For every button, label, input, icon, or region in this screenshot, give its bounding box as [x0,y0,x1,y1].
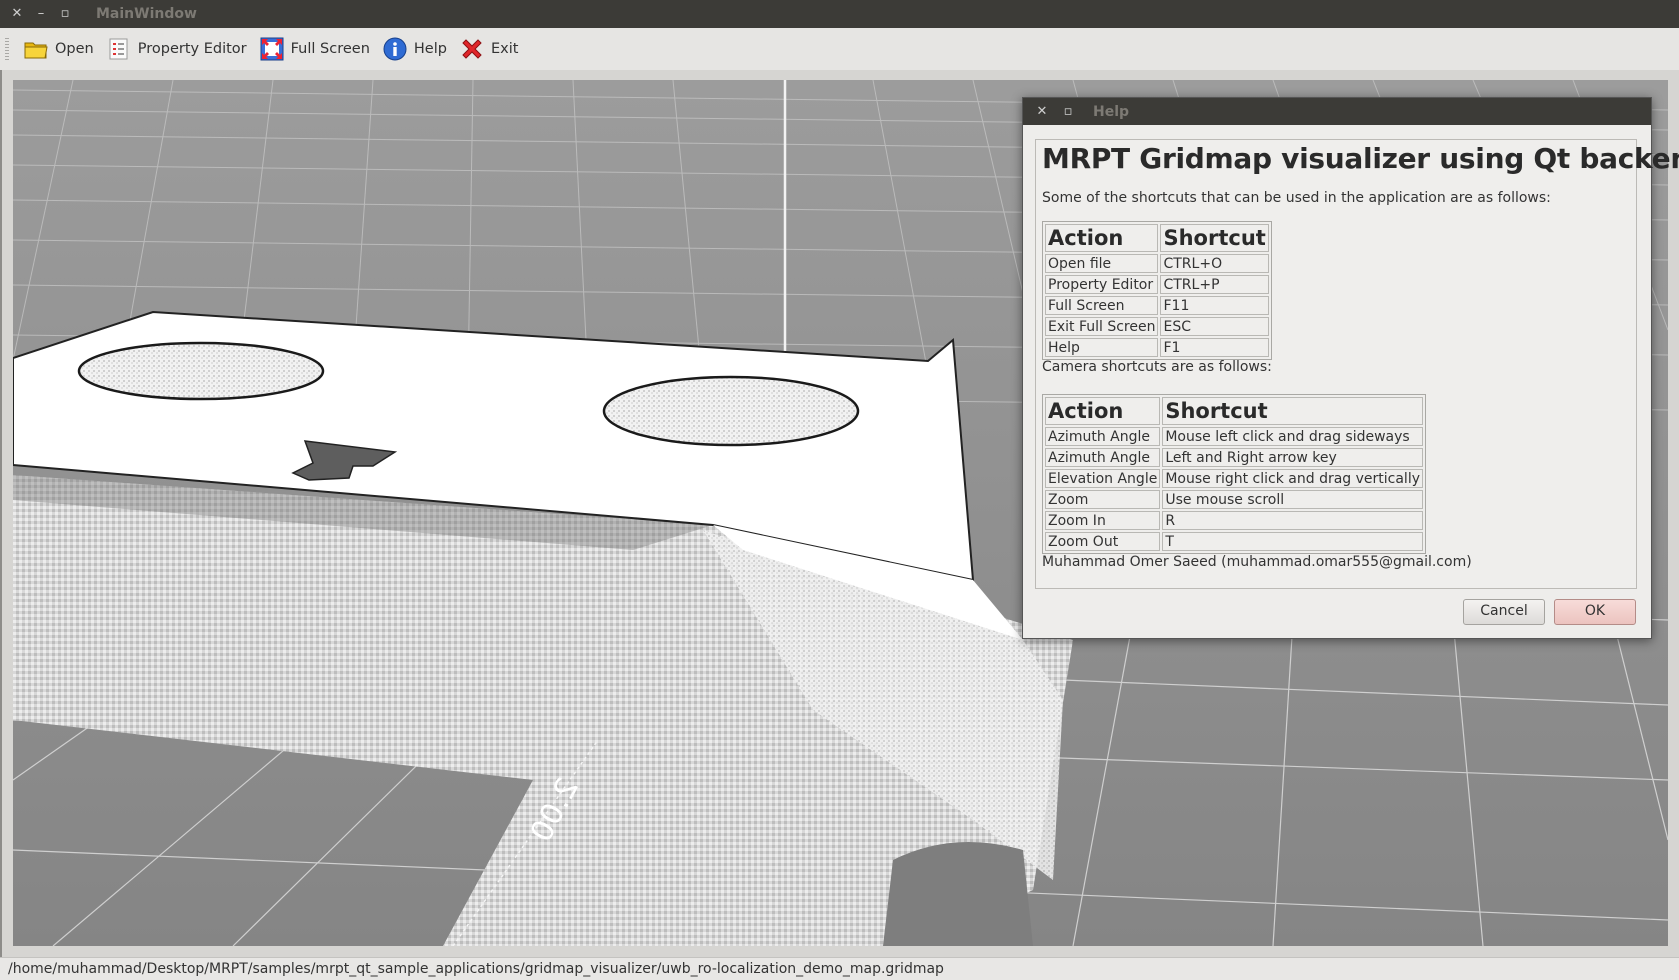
table-row: Elevation Angle Mouse right click and dr… [1045,469,1424,488]
obstacle-ellipse-right [602,375,860,447]
help-button[interactable]: Help [378,33,452,65]
property-editor-icon [107,37,131,61]
help-label: Help [413,41,447,57]
shortcut-cell: R [1162,511,1424,530]
table-row: Zoom Use mouse scroll [1045,490,1424,509]
table-row: Exit Full Screen ESC [1045,317,1269,336]
full-screen-button[interactable]: Full Screen [255,33,375,65]
dialog-maximize-icon[interactable]: ▫ [1061,104,1075,119]
info-icon [383,37,407,61]
shortcut-cell: CTRL+O [1160,254,1269,273]
action-cell: Zoom In [1045,511,1161,530]
action-cell: Property Editor [1045,275,1159,294]
shortcut-cell: CTRL+P [1160,275,1269,294]
dialog-close-icon[interactable]: ✕ [1035,104,1049,119]
action-cell: Zoom Out [1045,532,1161,551]
property-editor-label: Property Editor [137,41,247,57]
action-cell: Elevation Angle [1045,469,1161,488]
action-cell: Help [1045,338,1159,357]
minimize-icon[interactable]: – [34,7,48,21]
exit-icon [460,37,484,61]
shortcut-cell: ESC [1160,317,1269,336]
status-bar: /home/muhammad/Desktop/MRPT/samples/mrpt… [0,957,1679,980]
shortcut-cell: Use mouse scroll [1162,490,1424,509]
dialog-title: Help [1093,103,1130,120]
help-dialog: ✕ ▫ Help MRPT Gridmap visualizer using Q… [1022,97,1679,639]
property-editor-button[interactable]: Property Editor [102,33,252,65]
table-header: Action [1045,397,1161,425]
ok-button[interactable]: OK [1554,599,1636,625]
table-row: Help F1 [1045,338,1269,357]
shortcut-cell: Mouse left click and drag sideways [1162,427,1424,446]
help-heading: MRPT Gridmap visualizer using Qt backend [1042,142,1679,175]
obstacle-ellipse-left [77,341,325,401]
table-row: Open file CTRL+O [1045,254,1269,273]
window-left-edge [0,70,2,957]
help-intro: Some of the shortcuts that can be used i… [1042,190,1551,206]
action-cell: Full Screen [1045,296,1159,315]
maximize-icon[interactable]: ▫ [58,7,72,21]
shortcut-cell: Mouse right click and drag vertically [1162,469,1424,488]
shortcut-cell: Left and Right arrow key [1162,448,1424,467]
action-cell: Open file [1045,254,1159,273]
action-cell: Azimuth Angle [1045,448,1161,467]
shortcut-cell: F1 [1160,338,1269,357]
shortcut-cell: T [1162,532,1424,551]
main-toolbar: Open Property Editor Full Screen Help Ex… [0,28,1679,70]
cancel-button[interactable]: Cancel [1463,599,1545,625]
exit-label: Exit [490,41,519,57]
shortcut-cell: F11 [1160,296,1269,315]
toolbar-grip[interactable] [5,38,9,60]
folder-icon [24,37,48,61]
camera-intro: Camera shortcuts are as follows: [1042,359,1272,375]
general-shortcuts-table: Action Shortcut Open file CTRL+O Propert… [1042,221,1272,360]
action-cell: Azimuth Angle [1045,427,1161,446]
action-cell: Exit Full Screen [1045,317,1159,336]
table-row: Zoom In R [1045,511,1424,530]
status-file-path: /home/muhammad/Desktop/MRPT/samples/mrpt… [8,961,944,977]
table-row: Azimuth Angle Left and Right arrow key [1045,448,1424,467]
author-credit: Muhammad Omer Saeed (muhammad.omar555@gm… [1042,554,1472,570]
table-row: Zoom Out T [1045,532,1424,551]
dialog-titlebar: ✕ ▫ Help [1023,98,1651,125]
window-titlebar: ✕ – ▫ MainWindow [0,0,1679,28]
table-row: Azimuth Angle Mouse left click and drag … [1045,427,1424,446]
table-row: Full Screen F11 [1045,296,1269,315]
help-content-panel: MRPT Gridmap visualizer using Qt backend… [1035,139,1679,589]
window-title: MainWindow [96,6,197,22]
full-screen-label: Full Screen [290,41,370,57]
table-header: Action [1045,224,1159,252]
close-icon[interactable]: ✕ [10,7,24,21]
table-row: Property Editor CTRL+P [1045,275,1269,294]
exit-button[interactable]: Exit [455,33,523,65]
table-header: Shortcut [1160,224,1269,252]
open-button[interactable]: Open [19,33,99,65]
action-cell: Zoom [1045,490,1161,509]
table-header: Shortcut [1162,397,1424,425]
camera-shortcuts-table: Action Shortcut Azimuth Angle Mouse left… [1042,394,1427,554]
fullscreen-icon [260,37,284,61]
open-label: Open [55,41,94,57]
